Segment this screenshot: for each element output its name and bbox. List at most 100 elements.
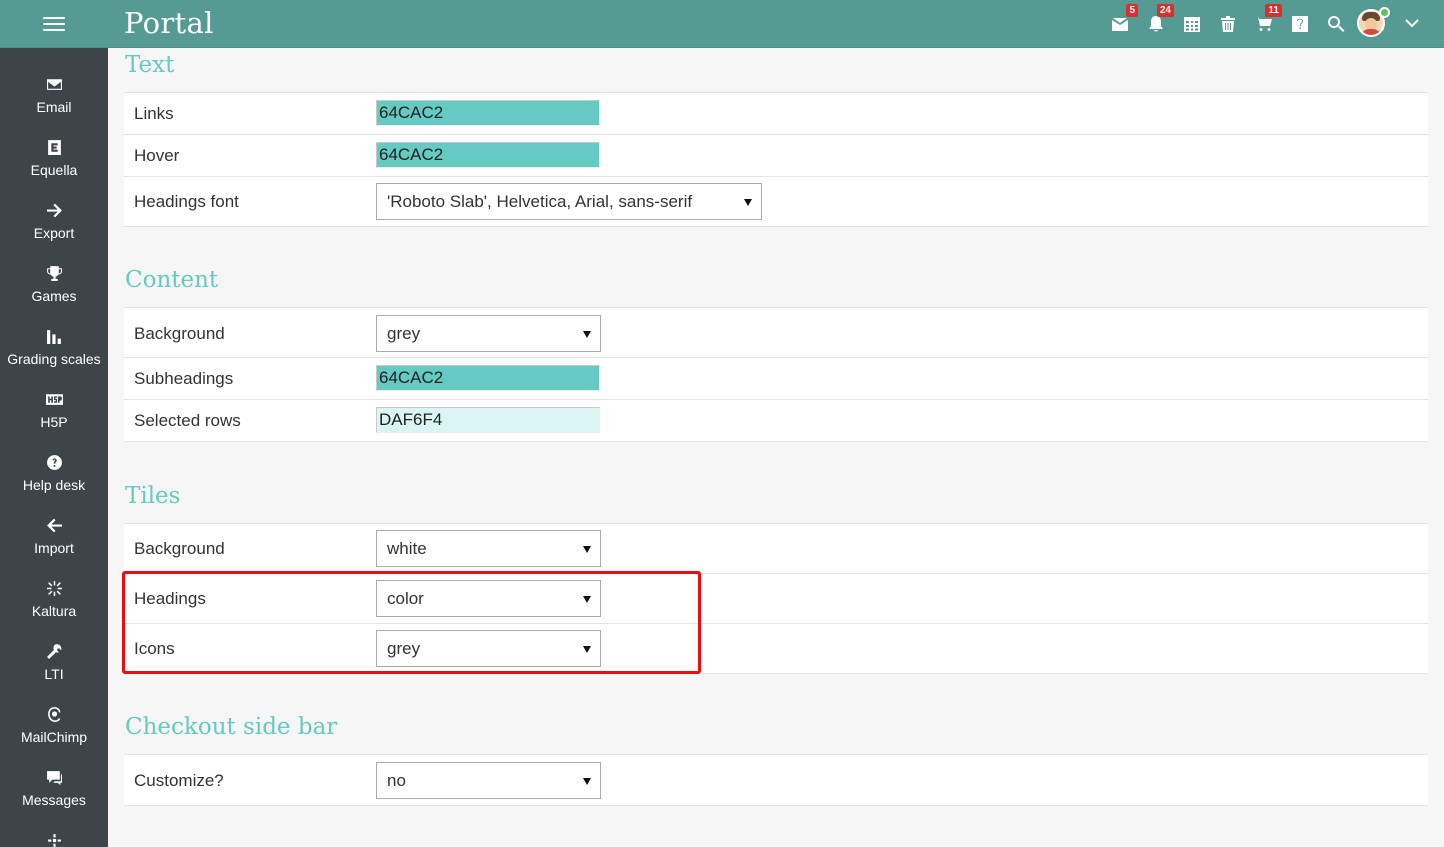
selected-rows-color-input[interactable]: DAF6F4 [376, 407, 600, 433]
subheadings-color-input[interactable]: 64CAC2 [376, 365, 600, 391]
messages-badge: 5 [1126, 4, 1138, 17]
cart-badge: 11 [1265, 4, 1282, 17]
sidebar-item-label: Export [33, 225, 75, 241]
arrow-right-icon [45, 201, 63, 219]
arrow-left-icon [45, 516, 63, 534]
sidebar-item-h5p[interactable]: H5P [0, 378, 108, 441]
search-icon[interactable] [1324, 12, 1348, 36]
tiles-headings-value: color [387, 589, 424, 608]
mailchimp-icon [45, 705, 63, 723]
sidebar-item-messages[interactable]: Messages [0, 756, 108, 819]
sparkle-icon [45, 579, 63, 597]
content-background-select[interactable]: grey [376, 315, 601, 352]
content-background-value: grey [387, 324, 421, 343]
sidebar-item-import[interactable]: Import [0, 504, 108, 567]
setting-row-links: Links 64CAC2 [124, 93, 1428, 135]
hover-label: Hover [134, 146, 180, 165]
sidebar-item-label: Equella [30, 162, 78, 178]
more-icon [45, 831, 63, 847]
setting-row-selected-rows: Selected rows DAF6F4 [124, 400, 1428, 442]
text-settings-panel: Links 64CAC2 Hover 64CAC2 Headings font … [124, 92, 1428, 227]
section-title-checkout: Checkout side bar [125, 714, 338, 740]
links-label: Links [134, 104, 174, 123]
sidebar-item-label: Email [36, 99, 72, 115]
sidebar-item-label: Kaltura [31, 603, 77, 619]
customize-label: Customize? [134, 771, 224, 790]
dropdown-arrow-icon [583, 331, 591, 338]
setting-row-tiles-background: Background white [124, 524, 1428, 574]
messages-icon[interactable]: 5 [1108, 4, 1138, 36]
wrench-icon [45, 642, 63, 660]
help-icon[interactable] [1288, 12, 1312, 36]
setting-row-tiles-icons: Icons grey [124, 624, 1428, 674]
sidebar-item-grading-scales[interactable]: Grading scales [0, 315, 108, 378]
setting-row-customize: Customize? no [124, 755, 1428, 806]
sidebar-item-kaltura[interactable]: Kaltura [0, 567, 108, 630]
section-title-tiles: Tiles [125, 483, 181, 509]
sidebar-item-games[interactable]: Games [0, 252, 108, 315]
tiles-icons-label: Icons [134, 639, 175, 658]
setting-row-headings-font: Headings font 'Roboto Slab', Helvetica, … [124, 177, 1428, 227]
calendar-icon[interactable] [1180, 12, 1204, 36]
customize-select[interactable]: no [376, 762, 601, 799]
dropdown-arrow-icon [583, 646, 591, 653]
content-background-label: Background [134, 324, 225, 343]
main-content: Text Links 64CAC2 Hover 64CAC2 Headings … [108, 48, 1444, 847]
sidebar-item-label: Games [31, 288, 77, 304]
content-settings-panel: Background grey Subheadings 64CAC2 Selec… [124, 307, 1428, 442]
trophy-icon [45, 264, 63, 282]
top-bar: Portal 5 24 11 [0, 0, 1444, 48]
tiles-background-value: white [387, 539, 427, 558]
question-circle-icon [45, 453, 63, 471]
cart-icon[interactable]: 11 [1252, 4, 1282, 36]
tiles-background-select[interactable]: white [376, 530, 601, 567]
notifications-icon[interactable]: 24 [1144, 4, 1174, 36]
sidebar-item-export[interactable]: Export [0, 189, 108, 252]
customize-value: no [387, 771, 406, 790]
sidebar-item-help-desk[interactable]: Help desk [0, 441, 108, 504]
links-color-input[interactable]: 64CAC2 [376, 100, 600, 126]
tiles-headings-label: Headings [134, 589, 206, 608]
equella-icon [45, 138, 63, 156]
setting-row-tiles-headings: Headings color [124, 574, 1428, 624]
dropdown-arrow-icon [744, 199, 752, 206]
sidebar-item-email[interactable]: Email [0, 63, 108, 126]
online-status-icon [1379, 7, 1390, 18]
sidebar: Email Equella Export Games Grading scale… [0, 48, 108, 847]
h5p-icon [45, 390, 63, 408]
hamburger-icon [43, 16, 65, 32]
headings-font-select[interactable]: 'Roboto Slab', Helvetica, Arial, sans-se… [376, 183, 762, 220]
hamburger-menu-button[interactable] [0, 0, 108, 48]
envelope-icon [45, 75, 63, 93]
headings-font-value: 'Roboto Slab', Helvetica, Arial, sans-se… [387, 192, 693, 211]
sidebar-item-equella[interactable]: Equella [0, 126, 108, 189]
setting-row-content-background: Background grey [124, 308, 1428, 358]
dropdown-arrow-icon [583, 596, 591, 603]
setting-row-hover: Hover 64CAC2 [124, 135, 1428, 177]
subheadings-label: Subheadings [134, 369, 234, 388]
tiles-icons-value: grey [387, 639, 421, 658]
tiles-headings-select[interactable]: color [376, 580, 601, 617]
sidebar-item-label: Import [34, 540, 74, 556]
app-title: Portal [124, 6, 214, 40]
hover-color-input[interactable]: 64CAC2 [376, 142, 600, 168]
sidebar-item-label: Messages [22, 792, 86, 808]
chevron-down-icon[interactable] [1403, 14, 1421, 32]
sidebar-item-lti[interactable]: LTI [0, 630, 108, 693]
sidebar-item-label: Help desk [22, 477, 86, 493]
headings-font-label: Headings font [134, 192, 239, 211]
bar-chart-icon [45, 327, 63, 345]
section-title-text: Text [125, 52, 175, 78]
chat-icon [45, 768, 63, 786]
trash-icon[interactable] [1216, 12, 1240, 36]
tiles-icons-select[interactable]: grey [376, 630, 601, 667]
tiles-background-label: Background [134, 539, 225, 558]
sidebar-item-more[interactable] [0, 819, 108, 847]
setting-row-subheadings: Subheadings 64CAC2 [124, 358, 1428, 400]
checkout-settings-panel: Customize? no [124, 754, 1428, 806]
sidebar-item-label: LTI [44, 666, 64, 682]
sidebar-item-label: MailChimp [20, 729, 88, 745]
selected-rows-label: Selected rows [134, 411, 241, 430]
sidebar-item-mailchimp[interactable]: MailChimp [0, 693, 108, 756]
sidebar-item-label: H5P [40, 414, 68, 430]
